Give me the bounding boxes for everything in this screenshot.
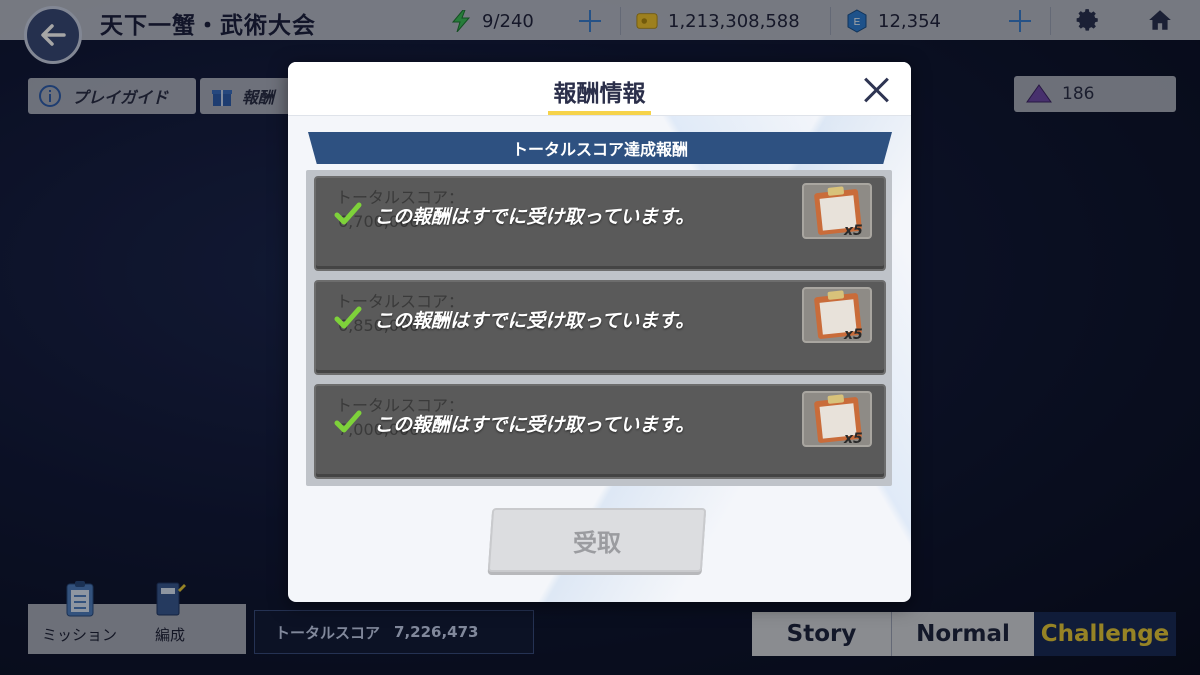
checkmark-icon [334,306,362,329]
reward-row: トータルスコア： 7,000,000 この報酬はすでに受け取っています。 x5 [314,384,886,479]
reward-item[interactable]: x5 [802,287,872,343]
modal-title: 報酬情報 [553,81,646,107]
claimed-message: この報酬はすでに受け取っています。 [374,414,695,436]
reward-item[interactable]: x5 [802,391,872,447]
reward-count: x5 [844,327,863,343]
receive-button[interactable]: 受取 [487,508,707,572]
reward-list[interactable]: トータルスコア： 6,700,000 この報酬はすでに受け取っています。 x5 … [306,170,892,486]
reward-item[interactable]: x5 [802,183,872,239]
title-underline [548,111,651,115]
checkmark-icon [334,202,362,225]
reward-count: x5 [844,223,863,239]
claimed-message: この報酬はすでに受け取っています。 [374,206,695,228]
section-title: トータルスコア達成報酬 [308,132,892,164]
receive-label: 受取 [573,528,621,557]
claimed-message: この報酬はすでに受け取っています。 [374,310,695,332]
reward-info-dialog: 報酬情報 トータルスコア達成報酬 トータルスコア： 6,700,000 この報酬… [288,62,911,602]
modal-header: 報酬情報 [288,62,911,116]
reward-row: トータルスコア： 6,850,000 この報酬はすでに受け取っています。 x5 [314,280,886,375]
checkmark-icon [334,410,362,433]
close-button[interactable] [862,76,890,104]
reward-row: トータルスコア： 6,700,000 この報酬はすでに受け取っています。 x5 [314,176,886,271]
reward-count: x5 [844,431,863,447]
